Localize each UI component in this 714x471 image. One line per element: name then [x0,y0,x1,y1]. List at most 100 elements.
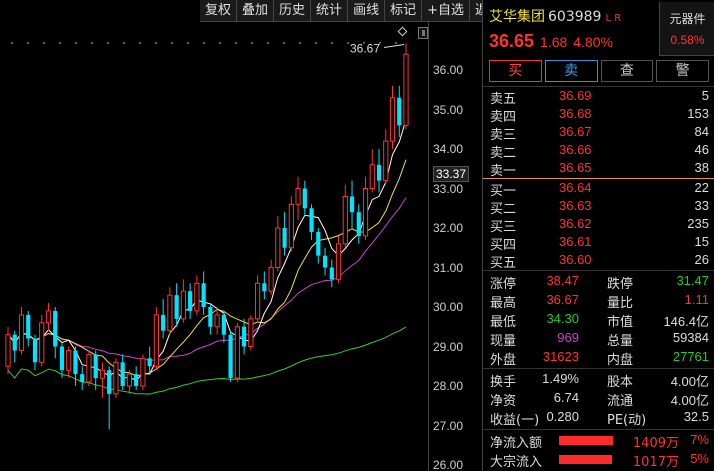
bid-row[interactable]: 买二 36.63 33 [483,198,714,217]
kline-chart[interactable]: 36.67 36.00 35.00 34.00 33.00 32.00 31.00 30.0… [0,0,482,471]
kline-svg[interactable]: 36.67 [0,0,428,471]
candle-body [383,140,389,182]
candle-body [302,188,307,209]
stat-value: 34.30 [546,311,579,326]
stat-value: 36.67 [546,292,579,307]
stat-label: 量比 [607,296,634,311]
stat-value: 59384 [672,330,709,345]
candle-body [208,307,213,327]
ask-label: 卖一 [490,164,517,179]
stat-value: 1.11 [684,292,709,307]
add-watchlist-button[interactable]: +自选 [422,0,470,22]
event-dot [155,42,157,44]
price-change: 1.68 [540,34,568,50]
candle-body [66,349,72,371]
candle-body [120,362,125,386]
candle-body [134,374,139,386]
stat-value: 32.5 [683,409,709,424]
bid-price: 36.64 [559,180,592,195]
axis-tick-label: 26.00 [433,458,464,471]
stat-label: 最低 [490,315,517,330]
candle-body [174,295,179,319]
event-dot [123,42,125,44]
overlay-button[interactable]: 叠加 [237,0,275,22]
stat-value: 1.49% [542,371,579,386]
candle-body [39,322,45,363]
sector-box[interactable]: 元器件 0.58% [659,2,714,56]
bid-price: 36.60 [559,252,592,267]
ask-volume: 38 [694,160,709,175]
stat-row: 净资 6.74 流通 4.00亿 [483,390,714,409]
bid-volume: 33 [694,198,709,213]
ask-volume: 5 [701,88,709,103]
event-dot [331,42,333,44]
bid-label: 买一 [490,184,517,199]
event-dot [347,42,349,44]
candle-body [282,228,287,248]
ask-row[interactable]: 卖四 36.68 153 [483,106,714,125]
candle-body [140,357,146,387]
candle-body [349,196,355,213]
buy-button[interactable]: 买 [489,60,542,82]
statistics-button[interactable]: 统计 [311,0,349,22]
ask-price: 36.67 [559,124,592,139]
bid-volume: 15 [694,234,709,249]
event-dot [395,42,397,44]
bid-row[interactable]: 买四 36.61 15 [483,234,714,253]
ask-row[interactable]: 卖三 36.67 84 [483,124,714,143]
event-dot [283,42,285,44]
alert-button[interactable]: 警 [656,60,709,82]
flow-value: 1409万 [632,436,679,451]
event-dot [299,42,301,44]
stat-label: 跌停 [607,277,634,292]
ask-price: 36.66 [559,142,592,157]
bid-row[interactable]: 买五 36.60 26 [483,252,714,271]
event-dot [91,42,93,44]
flow-pct: 7% [690,432,709,447]
candle-body [242,326,247,347]
stat-label: 总量 [607,334,634,349]
stat-value: 146.4亿 [663,314,709,329]
stat-value: 31.47 [676,273,709,288]
net-inflow-row[interactable]: 净流入额 1409万 7% [483,432,714,451]
stat-row: 现量 969 总量 59384 [483,330,714,349]
ask-row[interactable]: 卖五 36.69 5 [483,88,714,107]
bid-price: 36.61 [559,234,592,249]
bid-volume: 235 [687,216,709,231]
stat-value: 4.00亿 [670,393,709,408]
candle-body [53,310,58,347]
candle-body [356,212,361,236]
ask-row[interactable]: 卖二 36.66 46 [483,142,714,161]
history-button[interactable]: 历史 [274,0,312,22]
flow-value: 1017万 [632,455,679,470]
peak-arrow [383,44,405,49]
candle-body [389,97,396,142]
bid-row[interactable]: 买一 36.64 22 [483,180,714,199]
candle-body [73,350,78,375]
stock-title: 艾华集团 603989 L R [489,6,621,26]
bid-row[interactable]: 买三 36.62 235 [483,216,714,235]
stat-label: 净资 [490,394,517,409]
stock-name: 艾华集团 [489,9,545,25]
ask-row[interactable]: 卖一 36.65 38 [483,160,714,179]
candle-body [403,53,409,126]
mark-button[interactable]: 标记 [385,0,423,22]
trade-buttons: 买 卖 查 警 [489,60,709,82]
stat-label: 涨停 [490,277,517,292]
event-dot [59,42,61,44]
draw-line-button[interactable]: 画线 [348,0,386,22]
stat-row: 外盘 31623 内盘 27761 [483,349,714,368]
bid-price: 36.62 [559,216,592,231]
stock-code: 603989 [548,9,602,25]
axis-tick-label: 36.00 [433,63,464,77]
divider [483,429,714,430]
sell-button[interactable]: 卖 [544,60,598,82]
candle-body [228,334,233,379]
candle-body [221,314,226,335]
collapse-panel-icon[interactable] [418,27,428,39]
restore-rights-button[interactable]: 复权 [200,0,238,22]
query-button[interactable]: 查 [600,60,654,82]
bid-label: 买五 [490,256,517,271]
flow-label: 净流入额 [490,436,543,451]
block-inflow-row[interactable]: 大宗流入 1017万 5% [483,451,714,470]
